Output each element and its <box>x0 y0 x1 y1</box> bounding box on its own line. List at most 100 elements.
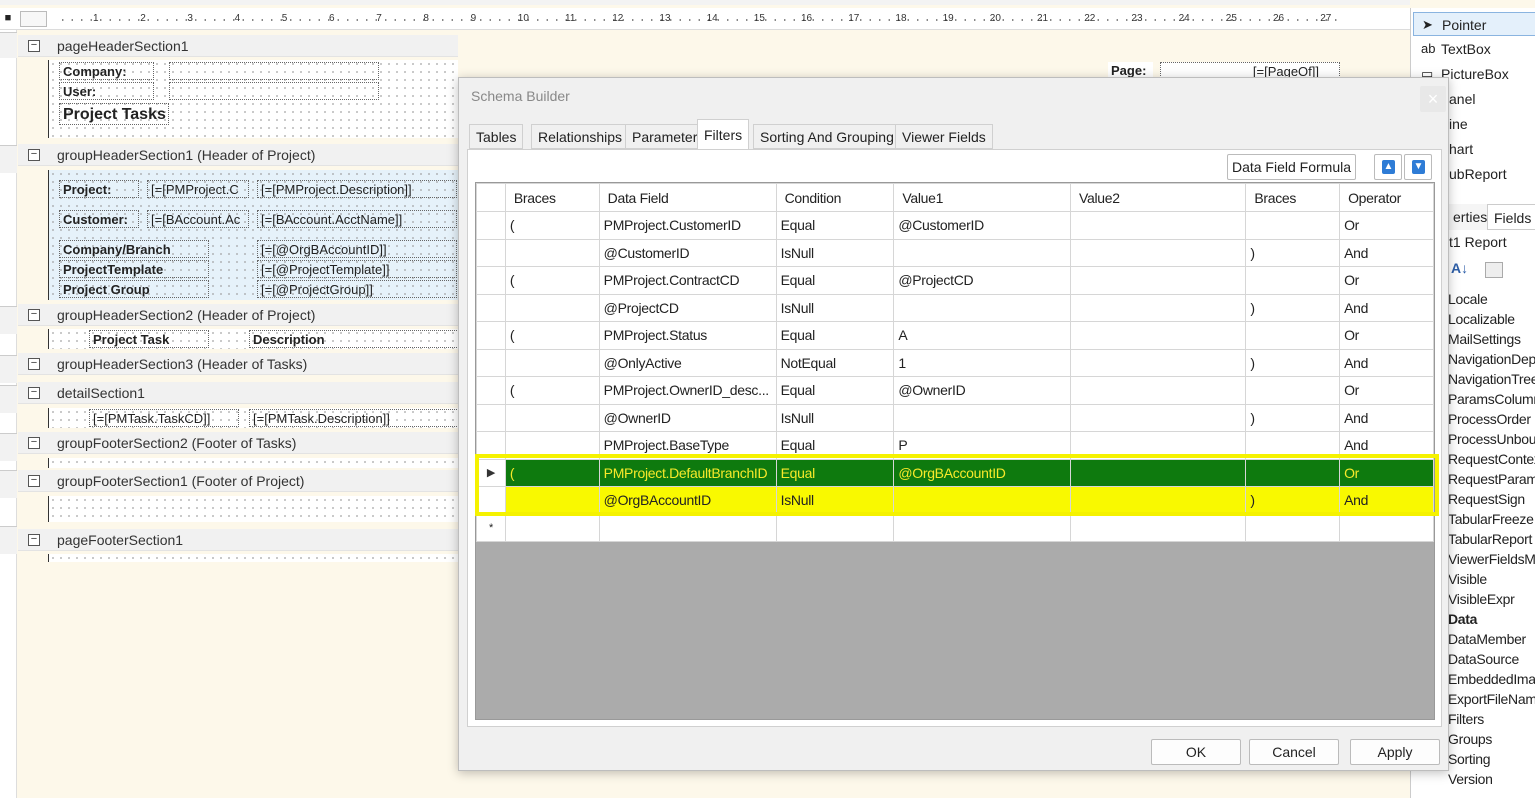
cell-condition[interactable]: IsNull <box>775 403 895 432</box>
column-header[interactable]: Value2 <box>1069 183 1247 212</box>
cell-operator[interactable]: And <box>1339 293 1434 322</box>
company-label[interactable]: Company: <box>59 62 154 80</box>
property-item[interactable]: Filters <box>1448 709 1535 729</box>
tab-relationships[interactable]: Relationships <box>531 124 630 149</box>
table-row[interactable]: (PMProject.Status Equal A Or <box>476 321 1434 350</box>
property-item[interactable]: Locale <box>1448 289 1535 309</box>
cell-open[interactable]: ( <box>504 266 600 295</box>
cell-value2[interactable] <box>1069 348 1247 377</box>
cell-operator[interactable]: And <box>1339 431 1434 460</box>
cell-operator[interactable]: And <box>1339 403 1434 432</box>
collapse-icon[interactable]: − <box>28 149 40 161</box>
toolbox-item-pointer[interactable]: ➤ Pointer <box>1413 12 1535 36</box>
cell-empty[interactable] <box>893 513 1071 542</box>
table-row[interactable]: ▶(PMProject.DefaultBranchID Equal @OrgBAcc… <box>476 458 1434 487</box>
toolbox-item-textbox[interactable]: ab TextBox <box>1413 37 1535 61</box>
cell-open[interactable] <box>504 238 600 267</box>
table-row[interactable]: @CustomerID IsNull) And <box>476 238 1434 267</box>
table-row[interactable]: @OrgBAccountID IsNull) And <box>476 486 1434 515</box>
cell-value1[interactable]: A <box>893 321 1071 350</box>
property-item[interactable]: MailSettings <box>1448 329 1535 349</box>
cell-open[interactable]: ( <box>504 458 600 487</box>
cell-empty[interactable] <box>598 513 777 542</box>
row-header[interactable] <box>476 376 506 405</box>
property-item[interactable]: EmbeddedImag <box>1448 669 1535 689</box>
cell-value2[interactable] <box>1069 238 1247 267</box>
property-item[interactable]: DataSource <box>1448 649 1535 669</box>
group-header-section-1[interactable]: − groupHeaderSection1 (Header of Project… <box>18 144 458 166</box>
cell-value1[interactable]: 1 <box>893 348 1071 377</box>
cell-field[interactable]: PMProject.Status <box>598 321 777 350</box>
company-field[interactable] <box>169 62 379 80</box>
cell-condition[interactable]: Equal <box>775 376 895 405</box>
cell-empty[interactable] <box>1339 513 1434 542</box>
collapse-icon[interactable]: − <box>28 534 40 546</box>
user-field[interactable] <box>169 82 379 100</box>
column-header[interactable]: Condition <box>775 183 895 212</box>
cell-condition[interactable]: Equal <box>775 431 895 460</box>
cell-open[interactable]: ( <box>504 211 600 240</box>
cell-condition[interactable]: Equal <box>775 321 895 350</box>
cell-value1[interactable] <box>893 486 1071 515</box>
cell-close[interactable] <box>1245 431 1341 460</box>
cell-open[interactable] <box>504 348 600 377</box>
ok-button[interactable]: OK <box>1151 739 1241 765</box>
property-item[interactable]: ProcessOrder <box>1448 409 1535 429</box>
customer-name-field[interactable]: [=[BAccount.AcctName]] <box>257 210 457 228</box>
cell-open[interactable] <box>504 486 600 515</box>
cell-field[interactable]: @OrgBAccountID <box>598 486 777 515</box>
cell-open[interactable] <box>504 403 600 432</box>
branch-label[interactable]: Company/Branch <box>59 240 209 258</box>
table-row[interactable]: PMProject.BaseType Equal P And <box>476 431 1434 460</box>
project-label[interactable]: Project: <box>59 180 139 198</box>
property-item[interactable]: Visible <box>1448 569 1535 589</box>
row-header[interactable] <box>476 293 506 322</box>
description-label[interactable]: Description <box>249 330 459 348</box>
cell-empty[interactable] <box>775 513 895 542</box>
collapse-icon[interactable]: − <box>28 358 40 370</box>
cell-condition[interactable]: Equal <box>775 211 895 240</box>
table-row[interactable]: (PMProject.OwnerID_desc... Equal @OwnerID O… <box>476 376 1434 405</box>
customer-cd-field[interactable]: [=[BAccount.Ac <box>147 210 249 228</box>
project-desc-field[interactable]: [=[PMProject.Description]] <box>257 180 457 198</box>
cell-value1[interactable] <box>893 238 1071 267</box>
property-item[interactable]: Data <box>1448 609 1535 629</box>
cell-operator[interactable]: Or <box>1339 376 1434 405</box>
apply-button[interactable]: Apply <box>1350 739 1440 765</box>
cell-value2[interactable] <box>1069 321 1247 350</box>
row-header[interactable] <box>476 321 506 350</box>
cell-value1[interactable] <box>893 403 1071 432</box>
cell-close[interactable] <box>1245 266 1341 295</box>
select-all-icon[interactable]: ■ <box>2 12 14 25</box>
cell-field[interactable]: @OnlyActive <box>598 348 777 377</box>
group-footer-section-2[interactable]: − groupFooterSection2 (Footer of Tasks) <box>18 432 458 454</box>
cell-close[interactable]: ) <box>1245 293 1341 322</box>
group-label[interactable]: Project Group <box>59 280 209 298</box>
cell-field[interactable]: PMProject.CustomerID <box>598 211 777 240</box>
cell-value2[interactable] <box>1069 403 1247 432</box>
group-footer-section-1[interactable]: − groupFooterSection1 (Footer of Project… <box>18 470 458 492</box>
project-task-label[interactable]: Project Task <box>89 330 209 348</box>
group-field[interactable]: [=[@ProjectGroup]] <box>257 280 457 298</box>
cell-field[interactable]: PMProject.BaseType <box>598 431 777 460</box>
property-item[interactable]: ExportFileName <box>1448 689 1535 709</box>
property-item[interactable]: Localizable <box>1448 309 1535 329</box>
template-label[interactable]: ProjectTemplate <box>59 260 209 278</box>
cell-close[interactable] <box>1245 321 1341 350</box>
cell-value2[interactable] <box>1069 211 1247 240</box>
page-header-section[interactable]: − pageHeaderSection1 <box>18 35 458 57</box>
cell-field[interactable]: PMProject.OwnerID_desc... <box>598 376 777 405</box>
cell-close[interactable]: ) <box>1245 238 1341 267</box>
cell-value1[interactable]: @CustomerID <box>893 211 1071 240</box>
cell-condition[interactable]: Equal <box>775 458 895 487</box>
tab-sorting-and-grouping[interactable]: Sorting And Grouping <box>753 124 901 149</box>
row-header[interactable] <box>476 238 506 267</box>
cell-close[interactable] <box>1245 211 1341 240</box>
page-footer-section[interactable]: − pageFooterSection1 <box>18 529 458 551</box>
cell-condition[interactable]: IsNull <box>775 486 895 515</box>
row-header[interactable] <box>476 486 506 515</box>
cell-field[interactable]: PMProject.DefaultBranchID <box>598 458 777 487</box>
row-header[interactable] <box>476 266 506 295</box>
cell-empty[interactable] <box>1245 513 1341 542</box>
branch-field[interactable]: [=[@OrgBAccountID]] <box>257 240 457 258</box>
